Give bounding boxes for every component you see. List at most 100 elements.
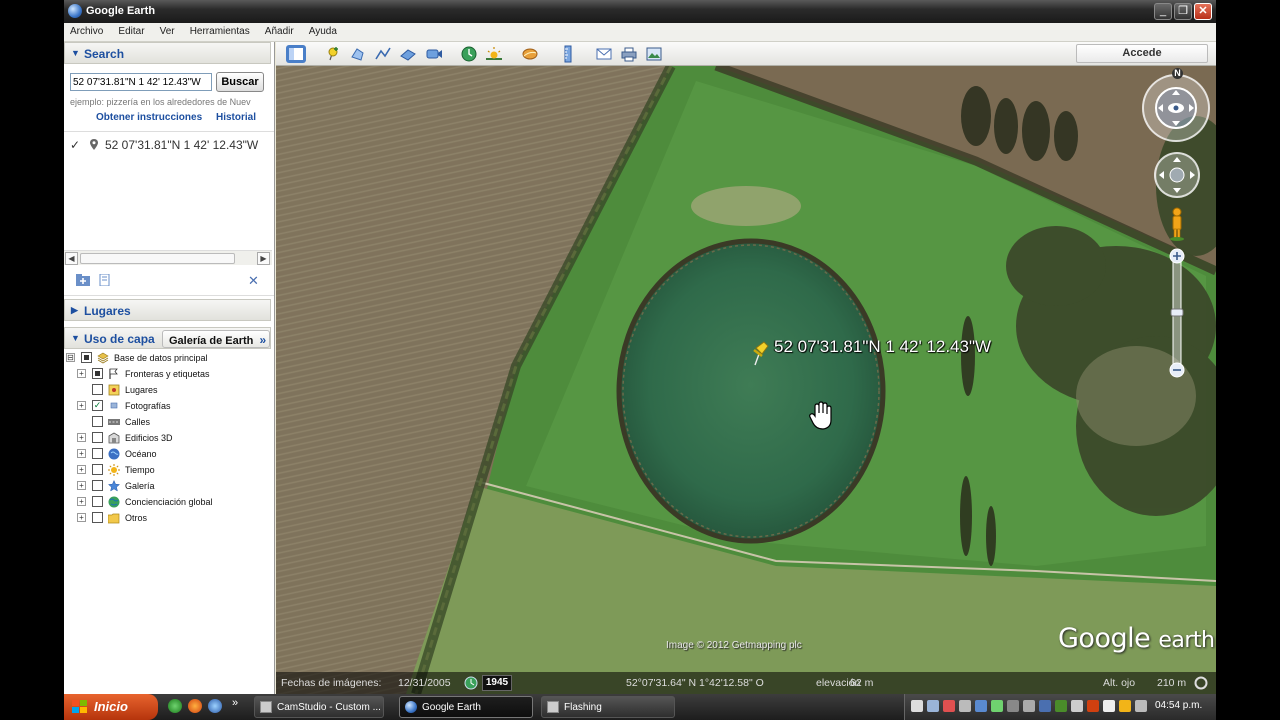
browser-icon[interactable] <box>208 699 222 713</box>
historical-clock-icon[interactable] <box>464 676 478 690</box>
record-tour-button[interactable] <box>424 45 444 63</box>
tray-app-icon[interactable] <box>911 700 923 712</box>
tray-app-icon[interactable] <box>927 700 939 712</box>
start-button[interactable]: Inicio <box>64 694 158 720</box>
layer-checkbox[interactable] <box>92 464 103 475</box>
layer-row-weather[interactable]: + Tiempo <box>77 462 272 478</box>
layer-row-borders[interactable]: + Fronteras y etiquetas <box>77 366 272 382</box>
layer-row-more[interactable]: + Otros <box>77 510 272 526</box>
search-button[interactable]: Buscar <box>216 72 264 92</box>
task-camstudio[interactable]: CamStudio - Custom ... <box>254 696 384 718</box>
close-button[interactable]: ✕ <box>1194 3 1212 20</box>
layer-row-ocean[interactable]: + Océano <box>77 446 272 462</box>
layer-checkbox[interactable] <box>92 496 103 507</box>
chrome-icon[interactable] <box>168 699 182 713</box>
search-input[interactable] <box>70 73 212 91</box>
minimize-button[interactable]: _ <box>1154 3 1172 20</box>
tray-app-icon[interactable] <box>1103 700 1115 712</box>
expand-toggle-icon[interactable]: + <box>77 497 86 506</box>
directions-link[interactable]: Obtener instrucciones <box>96 112 202 123</box>
imagery-year-badge[interactable]: 1945 <box>482 675 512 691</box>
add-content-icon[interactable] <box>98 274 112 286</box>
layer-row-global-awareness[interactable]: + Concienciación global <box>77 494 272 510</box>
tray-app-icon[interactable] <box>1023 700 1035 712</box>
menu-herramientas[interactable]: Herramientas <box>184 23 256 37</box>
menu-anadir[interactable]: Añadir <box>259 23 300 37</box>
expand-toggle-icon[interactable]: + <box>77 449 86 458</box>
layer-row-primary-database[interactable]: ⊟ Base de datos principal <box>66 350 274 366</box>
tray-app-icon[interactable] <box>1087 700 1099 712</box>
wifi-icon[interactable] <box>1119 700 1131 712</box>
search-result-item[interactable]: ✓ 52 07'31.81"N 1 42' 12.43"W <box>70 138 274 154</box>
switch-planet-button[interactable] <box>520 45 540 63</box>
scroll-left-icon[interactable]: ◀ <box>65 252 78 265</box>
expand-toggle-icon[interactable]: + <box>77 513 86 522</box>
scrollbar-thumb[interactable] <box>80 253 235 264</box>
placemark-label[interactable]: 52 07'31.81"N 1 42' 12.43"W <box>774 337 991 357</box>
search-panel-header[interactable]: ▼ Search <box>64 42 271 64</box>
expand-toggle-icon[interactable]: + <box>77 465 86 474</box>
tray-app-icon[interactable] <box>1071 700 1083 712</box>
task-google-earth[interactable]: Google Earth <box>399 696 533 718</box>
close-icon[interactable]: ✕ <box>248 273 259 289</box>
toggle-sidebar-button[interactable] <box>286 45 306 63</box>
earth-gallery-button[interactable]: Galería de Earth » <box>162 330 270 348</box>
places-panel-header[interactable]: ▶ Lugares <box>64 299 271 321</box>
expand-toggle-icon[interactable]: + <box>77 481 86 490</box>
pan-control[interactable] <box>1154 152 1200 198</box>
menu-editar[interactable]: Editar <box>112 23 150 37</box>
save-image-button[interactable] <box>644 45 664 63</box>
menu-ayuda[interactable]: Ayuda <box>303 23 343 37</box>
map-view[interactable]: 52 07'31.81"N 1 42' 12.43"W Image © 2012… <box>276 66 1216 694</box>
yellow-pushpin-icon[interactable] <box>750 338 772 366</box>
tray-app-icon[interactable] <box>991 700 1003 712</box>
collapse-toggle-icon[interactable]: ⊟ <box>66 353 75 362</box>
historical-imagery-button[interactable] <box>459 45 479 63</box>
tray-app-icon[interactable] <box>959 700 971 712</box>
add-placemark-button[interactable] <box>322 45 342 63</box>
expand-toggle-icon[interactable]: + <box>77 369 86 378</box>
layers-panel-header[interactable]: ▼ Uso de capa Galería de Earth » <box>64 327 271 349</box>
layer-checkbox[interactable] <box>92 480 103 491</box>
tray-app-icon[interactable] <box>975 700 987 712</box>
clock[interactable]: 04:54 p.m. <box>1155 700 1202 711</box>
scroll-right-icon[interactable]: ▶ <box>257 252 270 265</box>
history-link[interactable]: Historial <box>216 112 256 123</box>
layer-row-roads[interactable]: Calles <box>77 414 272 430</box>
expand-toggle-icon[interactable]: + <box>77 401 86 410</box>
sunlight-button[interactable] <box>484 45 504 63</box>
sign-in-button[interactable]: Accede <box>1076 44 1208 63</box>
task-flashing[interactable]: Flashing <box>541 696 675 718</box>
tray-app-icon[interactable] <box>1039 700 1051 712</box>
menu-ver[interactable]: Ver <box>154 23 181 37</box>
tray-app-icon[interactable] <box>1055 700 1067 712</box>
network-icon[interactable] <box>1007 700 1019 712</box>
layer-checkbox[interactable]: ✓ <box>92 400 103 411</box>
add-image-overlay-button[interactable] <box>398 45 418 63</box>
add-folder-icon[interactable] <box>76 274 90 286</box>
tray-app-icon[interactable] <box>943 700 955 712</box>
restore-button[interactable]: ❐ <box>1174 3 1192 20</box>
layer-checkbox[interactable] <box>92 448 103 459</box>
layer-checkbox[interactable] <box>81 352 92 363</box>
expand-toggle-icon[interactable]: + <box>77 433 86 442</box>
ruler-button[interactable] <box>558 45 578 63</box>
layer-row-photos[interactable]: + ✓ Fotografías <box>77 398 272 414</box>
email-button[interactable] <box>594 45 614 63</box>
print-button[interactable] <box>619 45 639 63</box>
volume-icon[interactable] <box>1135 700 1147 712</box>
firefox-icon[interactable] <box>188 699 202 713</box>
add-path-button[interactable] <box>373 45 393 63</box>
street-view-pegman-icon[interactable] <box>1168 206 1186 242</box>
layer-row-3d-buildings[interactable]: + Edificios 3D <box>77 430 272 446</box>
add-polygon-button[interactable] <box>348 45 368 63</box>
layer-checkbox[interactable] <box>92 384 103 395</box>
quick-launch-expand[interactable]: » <box>232 697 238 709</box>
zoom-slider[interactable] <box>1169 248 1185 378</box>
layer-checkbox[interactable] <box>92 368 103 379</box>
horizontal-scrollbar[interactable]: ◀ ▶ <box>64 250 272 265</box>
layer-checkbox[interactable] <box>92 432 103 443</box>
look-around-control[interactable]: N <box>1142 68 1210 142</box>
layer-checkbox[interactable] <box>92 512 103 523</box>
layer-row-gallery[interactable]: + Galería <box>77 478 272 494</box>
